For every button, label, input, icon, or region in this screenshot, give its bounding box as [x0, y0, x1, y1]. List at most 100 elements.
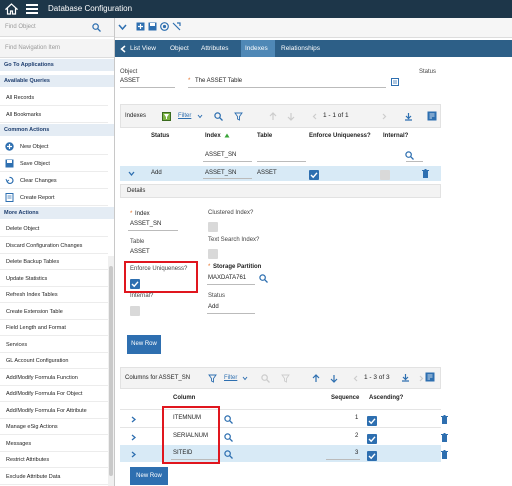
- tab-relationships[interactable]: Relationships: [281, 40, 331, 57]
- more-action-delete-object[interactable]: Delete Object: [0, 221, 108, 237]
- find-object-input[interactable]: Find Object: [0, 18, 114, 37]
- row-enforce-checkbox[interactable]: [309, 170, 319, 180]
- more-action-update-statistics[interactable]: Update Statistics: [0, 271, 108, 287]
- menu-icon[interactable]: [26, 4, 38, 14]
- more-action-services[interactable]: Services: [0, 337, 108, 353]
- chevron-down-icon[interactable]: [242, 376, 248, 381]
- more-action-gl-account-configuration[interactable]: GL Account Configuration: [0, 353, 108, 369]
- chevron-right-icon[interactable]: [130, 416, 137, 423]
- columns-filter-link[interactable]: Filter: [224, 375, 237, 381]
- search-icon[interactable]: [224, 450, 233, 459]
- column-row-1-ascending[interactable]: [367, 416, 377, 426]
- search-icon[interactable]: [261, 374, 270, 383]
- col-column[interactable]: Column: [173, 395, 195, 401]
- index-filter-input[interactable]: ASSET_SN: [205, 152, 236, 158]
- column-row-2-ascending[interactable]: [367, 434, 377, 444]
- more-action-manage-esig-actions[interactable]: Manage eSig Actions: [0, 419, 108, 435]
- tab-indexes[interactable]: Indexes: [241, 40, 275, 57]
- col-status[interactable]: Status: [151, 133, 169, 139]
- circle-icon[interactable]: [160, 22, 169, 31]
- go-to-applications[interactable]: Go To Applications: [0, 59, 114, 71]
- more-action-exclude-attribute-data[interactable]: Exclude Attribute Data: [0, 469, 108, 485]
- filter-toggle-icon[interactable]: [162, 112, 171, 121]
- download-icon[interactable]: [401, 373, 410, 382]
- insert-icon[interactable]: [136, 22, 145, 31]
- arrow-down-icon[interactable]: [330, 374, 338, 383]
- col-enforce-uniqueness[interactable]: Enforce Uniqueness?: [309, 133, 371, 139]
- home-icon[interactable]: [5, 3, 18, 15]
- search-icon[interactable]: [92, 23, 101, 32]
- tab-object[interactable]: Object: [170, 40, 196, 57]
- more-action-create-extension-table[interactable]: Create Extension Table: [0, 304, 108, 320]
- new-row-button-indexes[interactable]: New Row: [127, 335, 161, 354]
- tab-attributes[interactable]: Attributes: [201, 40, 239, 57]
- arrow-up-icon[interactable]: [312, 374, 320, 383]
- column-row-1-sequence[interactable]: 1: [355, 415, 358, 421]
- save-object-action[interactable]: Save Object: [0, 155, 108, 172]
- col-table[interactable]: Table: [257, 133, 272, 139]
- chevron-left-icon[interactable]: [353, 375, 358, 382]
- col-internal[interactable]: Internal?: [383, 133, 408, 139]
- find-navigation-input[interactable]: Find Navigation Item: [0, 39, 114, 58]
- column-row-3-sequence[interactable]: 3: [355, 450, 358, 456]
- search-icon[interactable]: [259, 274, 268, 283]
- description-field[interactable]: The ASSET Table: [195, 78, 242, 84]
- trash-icon[interactable]: [441, 450, 448, 459]
- details-icon[interactable]: [425, 372, 435, 382]
- object-value[interactable]: ASSET: [120, 78, 140, 84]
- col-sequence[interactable]: Sequence: [331, 395, 359, 401]
- column-row-2-sequence[interactable]: 2: [355, 433, 358, 439]
- clustered-checkbox[interactable]: [208, 222, 218, 232]
- col-ascending[interactable]: Ascending?: [369, 395, 403, 401]
- more-action-add-modify-formula-function[interactable]: Add/Modify Formula Function: [0, 370, 108, 386]
- more-action-restrict-attributes[interactable]: Restrict Attributes: [0, 452, 108, 468]
- more-action-add-modify-formula-for-attribute[interactable]: Add/Modify Formula For Attribute: [0, 403, 108, 419]
- row-index[interactable]: ASSET_SN: [205, 170, 236, 176]
- search-icon[interactable]: [224, 415, 233, 424]
- details-icon[interactable]: [427, 111, 437, 121]
- clear-filter-icon[interactable]: [234, 112, 243, 121]
- new-object-action[interactable]: New Object: [0, 138, 108, 155]
- more-action-delete-backup-tables[interactable]: Delete Backup Tables: [0, 254, 108, 270]
- sort-asc-icon[interactable]: [224, 133, 230, 138]
- tab-list-view[interactable]: List View: [130, 40, 165, 57]
- row-internal-checkbox[interactable]: [380, 170, 390, 180]
- arrow-down-icon[interactable]: [287, 112, 295, 121]
- settings-icon[interactable]: [172, 22, 181, 31]
- chevron-down-icon[interactable]: [197, 114, 203, 119]
- more-action-discard-configuration-changes[interactable]: Discard Configuration Changes: [0, 238, 108, 254]
- new-row-button-columns[interactable]: New Row: [130, 467, 168, 485]
- more-action-messages[interactable]: Messages: [0, 436, 108, 452]
- index-row-selected[interactable]: [120, 166, 441, 181]
- trash-icon[interactable]: [422, 169, 429, 178]
- query-all-bookmarks[interactable]: All Bookmarks: [0, 106, 108, 123]
- search-icon[interactable]: [224, 433, 233, 442]
- clear-filter-icon[interactable]: [281, 374, 290, 383]
- more-action-refresh-index-tables[interactable]: Refresh Index Tables: [0, 287, 108, 303]
- index-field[interactable]: ASSET_SN: [130, 221, 161, 227]
- text-search-checkbox[interactable]: [208, 249, 218, 259]
- internal-checkbox[interactable]: [130, 306, 140, 316]
- clear-changes-action[interactable]: Clear Changes: [0, 172, 108, 189]
- chevron-right-icon[interactable]: [130, 451, 137, 458]
- scrollbar-thumb[interactable]: [109, 266, 113, 476]
- chevron-right-icon[interactable]: [419, 375, 424, 382]
- chevron-down-icon[interactable]: [128, 171, 135, 176]
- chevron-right-icon[interactable]: [382, 113, 387, 120]
- download-icon[interactable]: [404, 112, 413, 121]
- search-icon[interactable]: [214, 112, 223, 121]
- chevron-left-icon[interactable]: [312, 113, 317, 120]
- indexes-filter-link[interactable]: Filter: [178, 113, 191, 119]
- search-icon[interactable]: [405, 151, 414, 160]
- filter-icon[interactable]: [208, 374, 217, 383]
- query-all-records[interactable]: All Records: [0, 89, 108, 106]
- arrow-up-icon[interactable]: [269, 112, 277, 121]
- create-report-action[interactable]: Create Report: [0, 189, 108, 206]
- long-description-icon[interactable]: [391, 78, 399, 86]
- col-index[interactable]: Index: [205, 133, 221, 139]
- chevron-down-icon[interactable]: [118, 24, 127, 31]
- sidebar-scrollbar[interactable]: [108, 256, 114, 486]
- more-action-add-modify-formula-for-object[interactable]: Add/Modify Formula For Object: [0, 386, 108, 402]
- trash-icon[interactable]: [441, 415, 448, 424]
- chevron-left-icon[interactable]: [120, 45, 126, 53]
